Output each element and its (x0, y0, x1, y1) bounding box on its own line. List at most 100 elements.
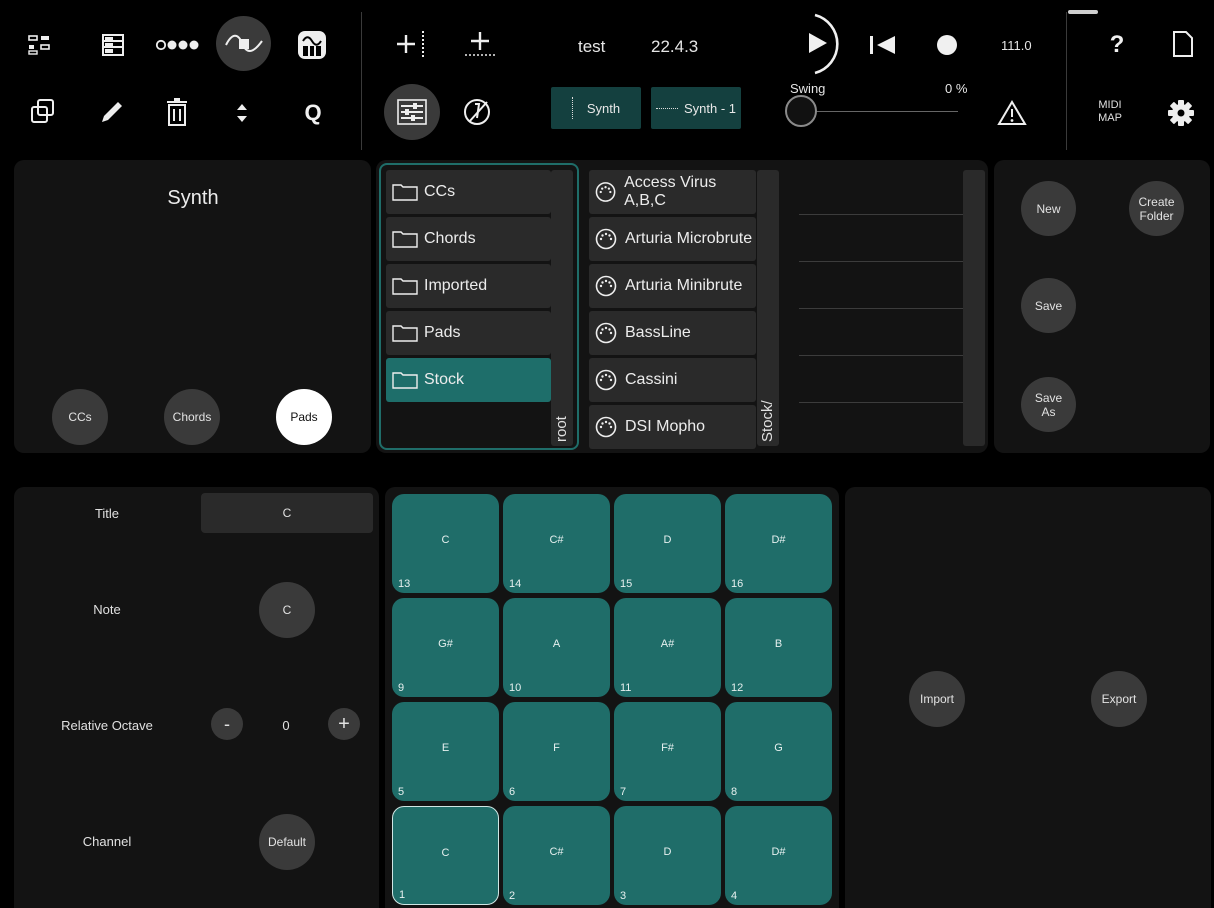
record-icon[interactable] (932, 30, 962, 60)
pad-note-label: F (553, 742, 560, 754)
title-label: Title (94, 506, 120, 521)
track-chip-label: Synth (586, 100, 621, 116)
import-export-panel: Import Export (845, 487, 1211, 908)
pad-10[interactable]: A 10 (503, 598, 610, 697)
pad-9[interactable]: G# 9 (392, 598, 499, 697)
new-preset-button[interactable]: New (1021, 181, 1076, 236)
add-track-icon[interactable] (460, 26, 500, 62)
device-item[interactable]: Arturia Minibrute (589, 264, 756, 308)
pad-index-label: 4 (731, 890, 738, 902)
trash-icon[interactable] (162, 94, 192, 130)
export-button[interactable]: Export (1091, 671, 1147, 727)
pad-13[interactable]: C 13 (392, 494, 499, 593)
automation-view-button[interactable] (216, 16, 271, 71)
pad-note-label: D (663, 846, 672, 858)
pad-index-label: 12 (731, 682, 744, 694)
pencil-icon[interactable] (94, 94, 130, 130)
duplicate-icon[interactable] (26, 94, 60, 128)
save-button[interactable]: Save (1021, 278, 1076, 333)
create-folder-line2: Folder (1139, 208, 1174, 223)
project-name: test (578, 37, 606, 56)
pad-14[interactable]: C# 14 (503, 494, 610, 593)
preset-row-divider (799, 355, 964, 356)
arrange-view-icon[interactable] (26, 28, 60, 62)
folder-ccs[interactable]: CCs (386, 170, 551, 214)
pad-note-label: A# (660, 638, 675, 650)
device-item[interactable]: Arturia Microbrute (589, 217, 756, 261)
pad-index-label: 8 (731, 786, 738, 798)
pad-note-label: A (552, 638, 561, 650)
pad-note-label: C# (549, 846, 564, 858)
warning-icon[interactable] (995, 96, 1029, 130)
new-document-icon[interactable] (1168, 26, 1198, 62)
quantize-button[interactable]: Q (296, 96, 330, 130)
panel-handle[interactable] (1068, 10, 1098, 14)
pad-8[interactable]: G8 (725, 702, 832, 801)
pad-note-label: C (441, 847, 450, 859)
mode-button-pads[interactable]: Pads (276, 389, 332, 445)
folder-stock[interactable]: Stock (386, 358, 551, 402)
tempo-value[interactable]: 111.0 (1001, 38, 1032, 53)
device-label: DSI Mopho (625, 418, 706, 435)
add-marker-icon[interactable] (392, 26, 432, 62)
play-icon[interactable] (800, 13, 850, 75)
create-folder-button[interactable]: Create Folder (1129, 181, 1184, 236)
title-input[interactable]: C (201, 493, 373, 533)
folder-path-tab[interactable]: root (551, 170, 573, 446)
folder-chords[interactable]: Chords (386, 217, 551, 261)
gear-icon[interactable] (1164, 96, 1198, 130)
preset-scroll-tab[interactable] (963, 170, 985, 446)
pad-index-label: 2 (509, 890, 516, 902)
pad-16[interactable]: D# 16 (725, 494, 832, 593)
preset-row-divider (799, 402, 964, 403)
midi-port-icon (595, 322, 617, 344)
folder-label: CCs (424, 183, 456, 200)
swing-slider-track[interactable] (800, 111, 958, 112)
help-button[interactable]: ? (1102, 28, 1132, 62)
track-settings-button[interactable] (384, 84, 440, 140)
channel-selector-button[interactable]: Default (259, 814, 315, 870)
track-marker-icon (571, 97, 573, 119)
pad-4[interactable]: D# 4 (725, 806, 832, 905)
pad-3[interactable]: D3 (614, 806, 721, 905)
instrument-keyboard-icon[interactable] (292, 25, 332, 65)
device-item[interactable]: BassLine (589, 311, 756, 355)
mode-button-chords[interactable]: Chords (164, 389, 220, 445)
pad-5[interactable]: E5 (392, 702, 499, 801)
device-path-tab[interactable]: Stock/ (757, 170, 779, 446)
swing-slider-knob[interactable] (785, 95, 817, 127)
rewind-icon[interactable] (862, 30, 902, 60)
folder-icon (392, 230, 418, 248)
pad-2[interactable]: C# 2 (503, 806, 610, 905)
pad-7[interactable]: F# 7 (614, 702, 721, 801)
save-as-line1: Save (1034, 390, 1063, 405)
step-sequencer-icon[interactable] (152, 30, 202, 60)
pad-note-label: G (774, 742, 783, 754)
import-button[interactable]: Import (909, 671, 965, 727)
midi-port-icon (595, 182, 616, 202)
track-chip[interactable]: Synth (551, 87, 641, 129)
mode-button-ccs[interactable]: CCs (52, 389, 108, 445)
save-as-button[interactable]: Save As (1021, 377, 1076, 432)
folder-pads[interactable]: Pads (386, 311, 551, 355)
device-item[interactable]: Access Virus A,B,C (589, 170, 756, 214)
midi-map-button[interactable]: MIDI MAP (1088, 96, 1132, 130)
folder-imported[interactable]: Imported (386, 264, 551, 308)
octave-decrement-button[interactable]: - (211, 708, 243, 740)
octave-increment-button[interactable]: + (328, 708, 360, 740)
sort-updown-icon[interactable] (232, 98, 252, 128)
pad-12[interactable]: B 12 (725, 598, 832, 697)
pad-11[interactable]: A# 11 (614, 598, 721, 697)
pad-1[interactable]: C1 (392, 806, 499, 905)
device-label: BassLine (625, 324, 691, 341)
device-item[interactable]: Cassini (589, 358, 756, 402)
clip-chip[interactable]: Synth - 1 (651, 87, 741, 129)
channel-label: Channel (82, 834, 132, 849)
mixer-list-icon[interactable] (96, 28, 130, 62)
folder-label: Stock (424, 371, 465, 388)
device-item[interactable]: DSI Mopho (589, 405, 756, 449)
pad-15[interactable]: D 15 (614, 494, 721, 593)
pad-6[interactable]: F6 (503, 702, 610, 801)
mute-note-icon[interactable] (458, 93, 496, 131)
note-selector-button[interactable]: C (259, 582, 315, 638)
